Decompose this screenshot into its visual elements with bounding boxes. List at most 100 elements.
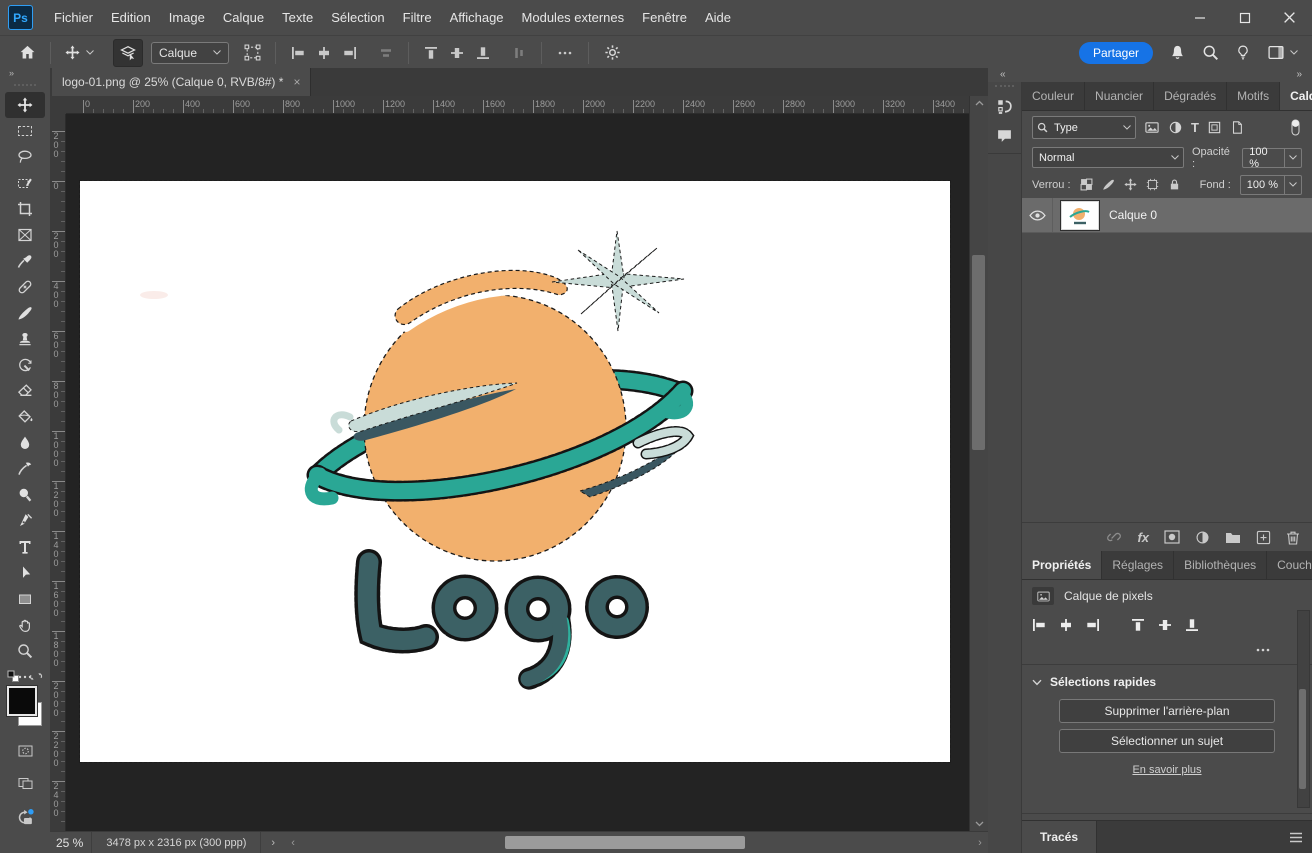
zoom-level-field[interactable]: 25 % [50,836,91,850]
smudge-tool[interactable] [5,456,45,482]
prop-align-center-button[interactable] [1059,618,1073,632]
foreground-color-swatch[interactable] [7,686,37,716]
menu-item[interactable]: Filtre [394,10,441,25]
menu-item[interactable]: Aide [696,10,740,25]
marquee-tool[interactable] [5,118,45,144]
discover-lightbulb-button[interactable] [1235,44,1251,61]
prop-align-middle-button[interactable] [1158,618,1172,632]
status-options-chevron[interactable]: › [261,837,285,849]
filter-shape-layers-icon[interactable] [1207,120,1222,135]
prop-align-right-button[interactable] [1086,618,1100,632]
opacity-field[interactable]: 100 % [1242,148,1302,168]
gradient-paint-bucket-tool[interactable] [5,404,45,430]
collapse-panels-icon[interactable]: « [1000,69,1006,80]
document-tab[interactable]: logo-01.png @ 25% (Calque 0, RVB/8#) * × [52,68,311,96]
pasteboard[interactable] [66,114,970,831]
tab-calques[interactable]: Calques [1280,82,1312,110]
type-tool[interactable] [5,534,45,560]
lock-position-icon[interactable] [1124,178,1137,191]
home-button[interactable] [14,40,41,66]
fill-field[interactable]: 100 % [1240,175,1302,195]
tab-traces[interactable]: Tracés [1022,821,1097,853]
expand-panels-icon[interactable]: » [1296,69,1302,80]
path-selection-tool[interactable] [5,560,45,586]
horizontal-scroll-thumb[interactable] [505,836,745,849]
lasso-tool[interactable] [5,144,45,170]
move-tool[interactable] [5,92,45,118]
filter-pixel-layers-icon[interactable] [1144,120,1160,135]
properties-scrollbar[interactable] [1297,610,1310,808]
eyedropper-tool[interactable] [5,248,45,274]
menu-item[interactable]: Fenêtre [633,10,696,25]
swap-colors-button[interactable] [29,670,43,683]
filter-toggle-switch[interactable] [1289,118,1302,137]
delete-layer-trash-icon[interactable] [1286,530,1300,545]
lock-all-icon[interactable] [1168,178,1181,191]
share-button[interactable]: Partager [1079,42,1153,64]
screen-mode-button[interactable] [5,770,45,796]
vertical-ruler[interactable]: 2000200400600800100012001400160018002000… [50,114,66,831]
blend-mode-dropdown[interactable]: Normal [1032,147,1184,168]
layer-visibility-toggle[interactable] [1022,198,1053,232]
new-group-folder-icon[interactable] [1225,531,1241,544]
show-transform-controls-toggle[interactable] [239,40,266,66]
hand-tool[interactable] [5,612,45,638]
layer-thumbnail[interactable] [1061,201,1099,230]
dodge-tool[interactable] [5,482,45,508]
layer-row[interactable]: Calque 0 [1022,198,1312,233]
filter-adjustment-layers-icon[interactable] [1168,120,1183,135]
learn-more-link[interactable]: En savoir plus [1022,764,1312,776]
layer-name[interactable]: Calque 0 [1109,208,1157,222]
crop-tool[interactable] [5,196,45,222]
default-colors-button[interactable] [7,670,20,683]
tab-couleur[interactable]: Couleur [1022,82,1085,110]
menu-item[interactable]: Affichage [441,10,513,25]
properties-scroll-thumb[interactable] [1299,689,1306,789]
minimize-button[interactable] [1177,0,1222,35]
align-right-button[interactable] [343,46,357,60]
blur-tool[interactable] [5,430,45,456]
adjustment-layer-icon[interactable] [1195,530,1210,545]
filter-type-layers-icon[interactable]: T [1191,120,1199,135]
lock-transparency-icon[interactable] [1080,178,1093,191]
move-tool-preset[interactable] [60,40,99,66]
layer-filter-dropdown[interactable]: Type [1032,116,1136,139]
align-top-button[interactable] [424,46,438,60]
menu-item[interactable]: Modules externes [513,10,634,25]
clone-stamp-tool[interactable] [5,326,45,352]
section-collapse-chevron[interactable] [1032,679,1042,686]
notifications-button[interactable] [1169,44,1186,61]
align-center-horizontal-button[interactable] [317,46,331,60]
menu-item[interactable]: Texte [273,10,322,25]
menu-item[interactable]: Calque [214,10,273,25]
close-button[interactable] [1267,0,1312,35]
brush-tool[interactable] [5,300,45,326]
tab-couches[interactable]: Couches [1267,551,1312,579]
ruler-origin-box[interactable] [50,96,67,115]
prop-align-top-button[interactable] [1131,618,1145,632]
object-selection-tool[interactable] [5,170,45,196]
filter-smart-objects-icon[interactable] [1230,120,1244,135]
prop-align-bottom-button[interactable] [1185,618,1199,632]
select-subject-button[interactable]: Sélectionner un sujet [1059,729,1275,753]
tab-motifs[interactable]: Motifs [1227,82,1280,110]
auto-select-mode-dropdown[interactable]: Calque [151,42,229,64]
horizontal-ruler[interactable]: 0200400600800100012001400160018002000220… [66,96,970,114]
toolbar-grip[interactable] [14,84,36,90]
distribute-vertical-button[interactable] [512,46,526,60]
lock-pixels-icon[interactable] [1102,178,1115,191]
rectangle-tool[interactable] [5,586,45,612]
remove-background-button[interactable]: Supprimer l'arrière-plan [1059,699,1275,723]
version-history-button[interactable] [992,95,1018,119]
search-button[interactable] [1202,44,1219,61]
vertical-scrollbar[interactable] [969,96,988,831]
tab-proprietes[interactable]: Propriétés [1022,551,1102,579]
canvas-page[interactable] [80,181,950,762]
prop-align-left-button[interactable] [1032,618,1046,632]
menu-item[interactable]: Image [160,10,214,25]
menu-item[interactable]: Fichier [45,10,102,25]
align-left-button[interactable] [291,46,305,60]
tab-degrades[interactable]: Dégradés [1154,82,1227,110]
healing-brush-tool[interactable] [5,274,45,300]
horizontal-scrollbar[interactable]: ‹ › [285,832,988,853]
